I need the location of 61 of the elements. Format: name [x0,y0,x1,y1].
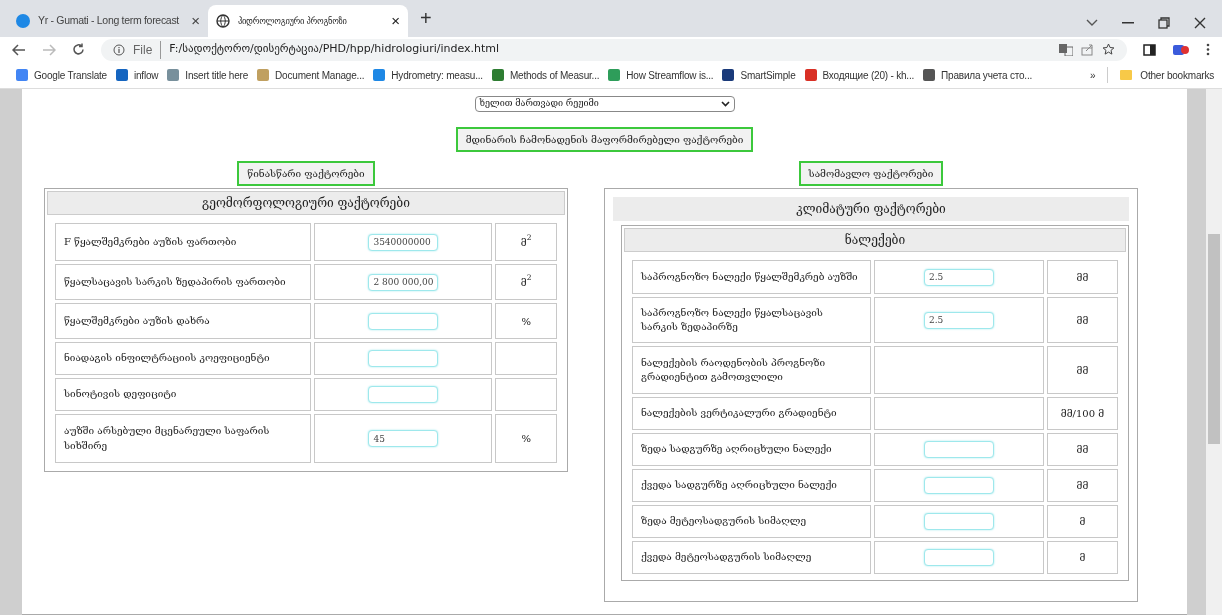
input-field[interactable]: 2.5 [924,311,994,329]
table-cell: მმ/100 მ [1046,397,1118,430]
table-cell: მმ [1046,433,1118,466]
other-bookmarks-label: Other bookmarks [1140,68,1214,83]
input-field[interactable]: 2.5 [924,268,994,286]
tab-close-button[interactable]: × [191,9,200,33]
table-cell: მ [1046,505,1118,538]
bookmark[interactable]: Входящие (20) - kh... [804,67,915,83]
panel-title: კლიმატური ფაქტორები [613,197,1129,221]
tab-title: Yr - Gumati - Long term forecast [38,13,180,29]
table-cell: ქვედა სადგურზე აღრიცხული ნალექი [632,469,872,502]
table-cell: ზედა სადგურზე აღრიცხული ნალექი [632,433,872,466]
table-cell: მმ [1046,297,1118,343]
table-cell: % [495,414,557,463]
table-cell: წყალსაცავის სარკის ზედაპირის ფართობი [55,264,312,300]
table-cell: ნალექების ვერტიკალური გრადიენტი [632,397,872,430]
bookmark[interactable]: How Streamflow is... [608,67,714,83]
scheme-label: File [133,40,162,59]
bookmark[interactable]: Insert title here [167,67,249,83]
input-field[interactable]: 45 [368,430,439,447]
input-field[interactable]: 3540000000 [368,233,439,251]
section-label: სამომავლო ფაქტორები [798,161,944,186]
table-cell: მმ [1046,260,1118,294]
bookmark[interactable]: SmartSimple [722,67,796,83]
browser-tab[interactable]: Yr - Gumati - Long term forecast × [8,5,208,37]
table-cell: მმ [1046,346,1118,394]
table-cell: საპროგნოზო ნალექი წყალსაცავის სარკის ზედაპირზე [632,297,872,343]
table-cell: აუზში არსებული მცენარეული საფარის სიხშირე [55,414,312,463]
table-cell: მ [1046,541,1118,574]
bookmark[interactable]: Methods of Measur... [491,67,600,83]
panel-title: გეომორფოლოგიური ფაქტორები [47,191,565,215]
table-cell: F წყალშემკრები აუზის ფართობი [55,223,312,261]
new-tab-button[interactable]: + [420,3,432,33]
table-cell: ქვედა მეტეოსადგურის სიმაღლე [632,541,872,574]
table-cell: ნალექების რაოდენობის პროგნოზი გრადიენტით გამოთვლილი [632,346,872,394]
subpanel-title: ნალექები [624,228,1126,252]
table-cell: წყალშემკრები აუზის დახრა [55,303,312,339]
tab-close-button[interactable]: × [391,9,400,33]
section-heading: მდინარის ჩამონადენის მაფორმირებელი ფაქტორები [455,127,754,152]
tab-title: ჰიდროლოგიური პროგნოზი [238,14,348,28]
table-cell: ნიადაგის ინფილტრაციის კოეფიციენტი [55,342,312,375]
url-text: F:/სადოქტორო/დისერტაცია/PHD/hpp/hidrologiuri/index.html [169,41,500,58]
table-cell: მ$^{2}$ [495,264,557,300]
table-cell: მმ [1046,469,1118,502]
bookmark[interactable]: Hydrometry: measu... [373,67,483,83]
bookmark[interactable]: Правила учета сто... [923,67,1033,83]
table-cell: საპროგნოზო ნალექი წყალშემკრებ აუზში [632,260,872,294]
browser-tab[interactable]: ჰიდროლოგიური პროგნოზი × [208,5,408,37]
table-cell: % [495,303,557,339]
bookmark[interactable]: Document Manage... [257,67,365,83]
section-label: წინასწარი ფაქტორები [237,161,375,186]
mode-select[interactable]: ხელით მართვადი რეჟიმი [474,96,735,112]
table-cell: მ$^{2}$ [495,223,557,261]
input-field[interactable]: 2 800 000,00 [368,273,439,291]
more-bookmarks-button[interactable]: » [1089,67,1096,83]
bookmark[interactable]: Google Translate [16,67,107,83]
table-cell: სინოტივის დეფიციტი [55,378,312,411]
table-cell: ზედა მეტეოსადგურის სიმაღლე [632,505,872,538]
other-bookmarks-folder[interactable]: Other bookmarks [1120,67,1214,83]
address-bar[interactable]: File F:/სადოქტორო/დისერტაცია/PHD/hpp/hidrologiuri/index.html [101,38,1127,61]
bookmark[interactable]: inflow [115,67,159,83]
